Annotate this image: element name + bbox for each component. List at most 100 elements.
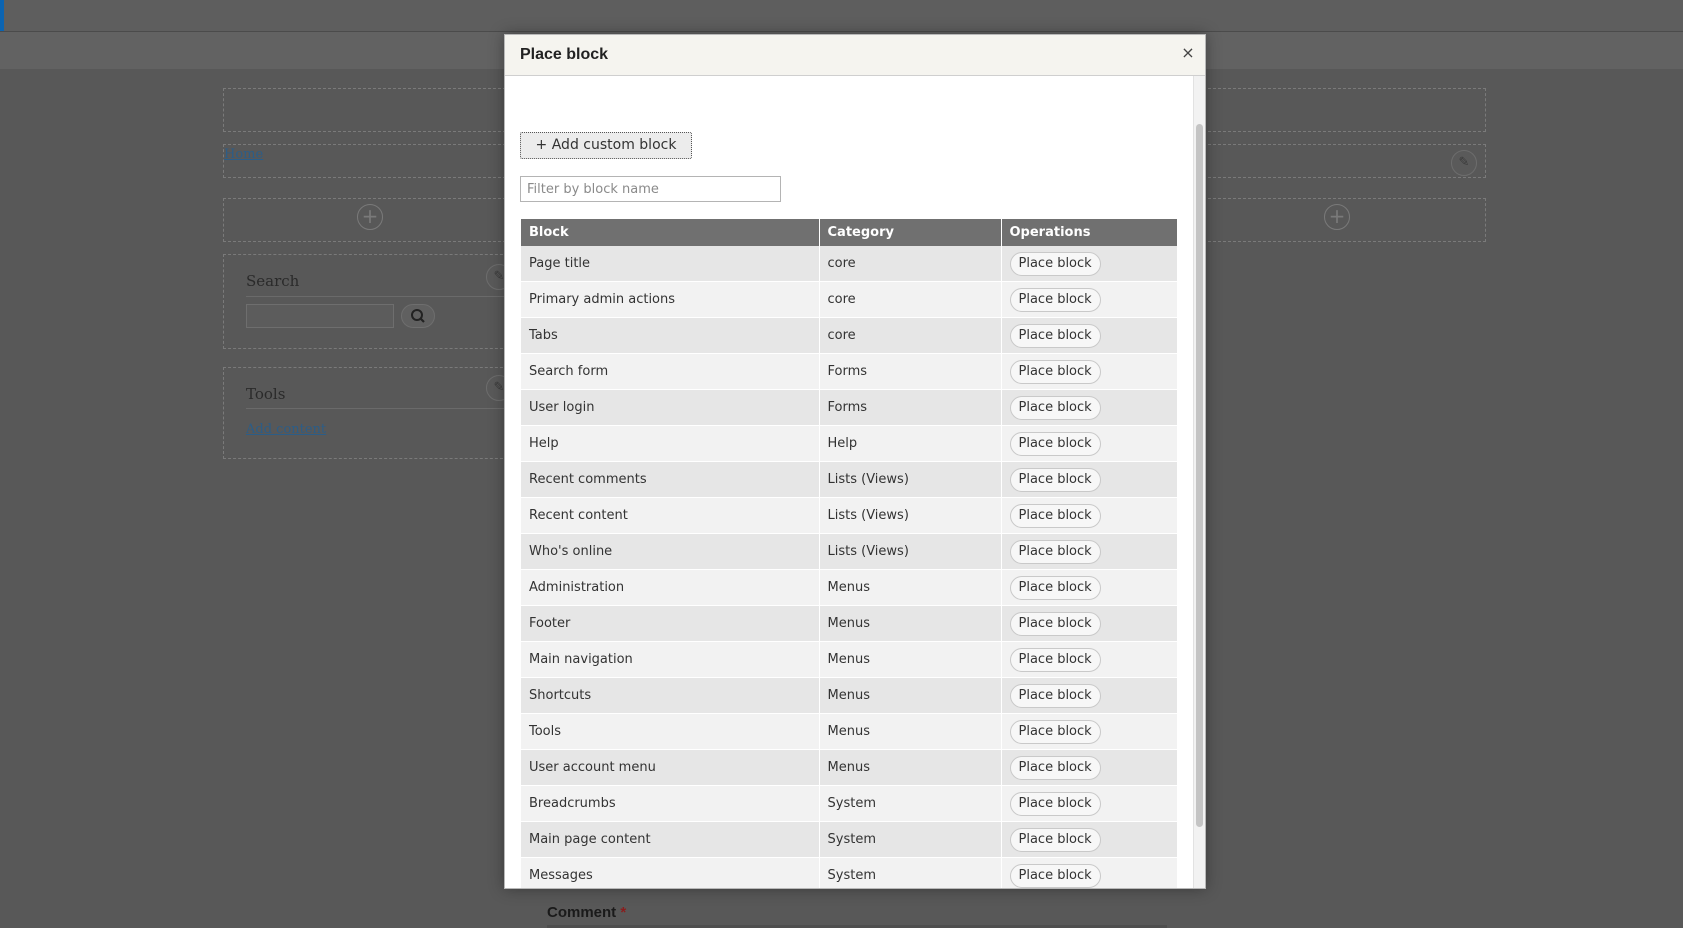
operations-cell: Place block <box>1001 389 1177 426</box>
place-block-button[interactable]: Place block <box>1009 323 1101 348</box>
place-block-dialog: Place block × + Add custom block Block C… <box>504 34 1206 889</box>
search-input[interactable] <box>246 304 394 328</box>
block-name-cell: Help <box>521 425 820 462</box>
place-block-button[interactable]: Place block <box>1009 611 1101 636</box>
filter-by-block-name-input[interactable] <box>520 176 781 202</box>
block-name-cell: Who's online <box>521 533 820 570</box>
blocks-table: Block Category Operations Page title core… <box>521 219 1177 888</box>
column-header-category: Category <box>819 219 1002 246</box>
place-block-button[interactable]: Place block <box>1009 647 1101 672</box>
block-name-cell: Messages <box>521 857 820 888</box>
category-cell: System <box>819 857 1002 888</box>
table-row: Help Help Place block <box>521 425 1177 462</box>
operations-cell: Place block <box>1001 317 1177 354</box>
place-block-button[interactable]: Place block <box>1009 431 1101 456</box>
operations-cell: Place block <box>1001 641 1177 678</box>
add-block-icon[interactable]: + <box>357 204 383 230</box>
table-row: Tools Menus Place block <box>521 713 1177 750</box>
table-row: Shortcuts Menus Place block <box>521 677 1177 714</box>
block-name-cell: Recent content <box>521 497 820 534</box>
scrollbar-thumb[interactable] <box>1196 124 1203 827</box>
category-cell: Menus <box>819 569 1002 606</box>
operations-cell: Place block <box>1001 785 1177 822</box>
category-cell: Lists (Views) <box>819 497 1002 534</box>
table-row: Messages System Place block <box>521 857 1177 888</box>
category-cell: Lists (Views) <box>819 461 1002 498</box>
place-block-button[interactable]: Place block <box>1009 539 1101 564</box>
table-header-row: Block Category Operations <box>521 219 1177 246</box>
operations-cell: Place block <box>1001 497 1177 534</box>
table-row: Breadcrumbs System Place block <box>521 785 1177 822</box>
category-cell: core <box>819 281 1002 318</box>
pencil-icon[interactable]: ✎ <box>1451 150 1477 176</box>
place-block-button[interactable]: Place block <box>1009 503 1101 528</box>
block-name-cell: Tabs <box>521 317 820 354</box>
table-row: User login Forms Place block <box>521 389 1177 426</box>
search-icon <box>411 309 425 323</box>
add-content-link[interactable]: Add content <box>246 422 326 437</box>
block-name-cell: Search form <box>521 353 820 390</box>
operations-cell: Place block <box>1001 713 1177 750</box>
operations-cell: Place block <box>1001 821 1177 858</box>
place-block-button[interactable]: Place block <box>1009 251 1101 276</box>
category-cell: Help <box>819 425 1002 462</box>
category-cell: Forms <box>819 389 1002 426</box>
table-row: Footer Menus Place block <box>521 605 1177 642</box>
place-block-button[interactable]: Place block <box>1009 359 1101 384</box>
block-name-cell: User account menu <box>521 749 820 786</box>
operations-cell: Place block <box>1001 677 1177 714</box>
admin-toolbar <box>0 0 1683 32</box>
add-custom-block-button[interactable]: + Add custom block <box>520 132 692 159</box>
table-row: Who's online Lists (Views) Place block <box>521 533 1177 570</box>
block-name-cell: Primary admin actions <box>521 281 820 318</box>
comment-label: Comment * <box>547 904 627 921</box>
operations-cell: Place block <box>1001 605 1177 642</box>
close-icon[interactable]: × <box>1179 44 1197 62</box>
place-block-button[interactable]: Place block <box>1009 755 1101 780</box>
required-marker: * <box>620 904 627 921</box>
category-cell: Forms <box>819 353 1002 390</box>
dialog-scrollbar[interactable] <box>1193 76 1205 888</box>
table-row: Page title core Place block <box>521 246 1177 282</box>
search-button[interactable] <box>401 304 435 328</box>
place-block-button[interactable]: Place block <box>1009 395 1101 420</box>
column-header-block: Block <box>521 219 820 246</box>
dialog-content: + Add custom block Block Category Operat… <box>505 76 1193 888</box>
place-block-button[interactable]: Place block <box>1009 827 1101 852</box>
category-cell: Lists (Views) <box>819 533 1002 570</box>
tools-block-title: Tools <box>246 385 286 403</box>
toolbar-accent <box>0 0 4 31</box>
table-row: Main page content System Place block <box>521 821 1177 858</box>
operations-cell: Place block <box>1001 533 1177 570</box>
dialog-title: Place block <box>520 46 609 63</box>
table-row: Tabs core Place block <box>521 317 1177 354</box>
place-block-button[interactable]: Place block <box>1009 683 1101 708</box>
table-row: User account menu Menus Place block <box>521 749 1177 786</box>
add-block-icon[interactable]: + <box>1324 204 1350 230</box>
operations-cell: Place block <box>1001 246 1177 282</box>
search-block-title: Search <box>246 272 300 290</box>
divider <box>246 408 506 409</box>
home-link[interactable]: Home <box>224 147 263 162</box>
category-cell: core <box>819 317 1002 354</box>
place-block-button[interactable]: Place block <box>1009 863 1101 888</box>
dialog-titlebar: Place block × <box>505 35 1205 76</box>
block-name-cell: Footer <box>521 605 820 642</box>
table-row: Administration Menus Place block <box>521 569 1177 606</box>
operations-cell: Place block <box>1001 281 1177 318</box>
place-block-button[interactable]: Place block <box>1009 575 1101 600</box>
operations-cell: Place block <box>1001 425 1177 462</box>
block-name-cell: Administration <box>521 569 820 606</box>
place-block-button[interactable]: Place block <box>1009 467 1101 492</box>
category-cell: Menus <box>819 641 1002 678</box>
place-block-button[interactable]: Place block <box>1009 791 1101 816</box>
operations-cell: Place block <box>1001 569 1177 606</box>
block-name-cell: Page title <box>521 246 820 282</box>
place-block-button[interactable]: Place block <box>1009 287 1101 312</box>
search-block <box>223 254 513 349</box>
place-block-button[interactable]: Place block <box>1009 719 1101 744</box>
operations-cell: Place block <box>1001 353 1177 390</box>
category-cell: core <box>819 246 1002 282</box>
category-cell: Menus <box>819 749 1002 786</box>
block-name-cell: Shortcuts <box>521 677 820 714</box>
